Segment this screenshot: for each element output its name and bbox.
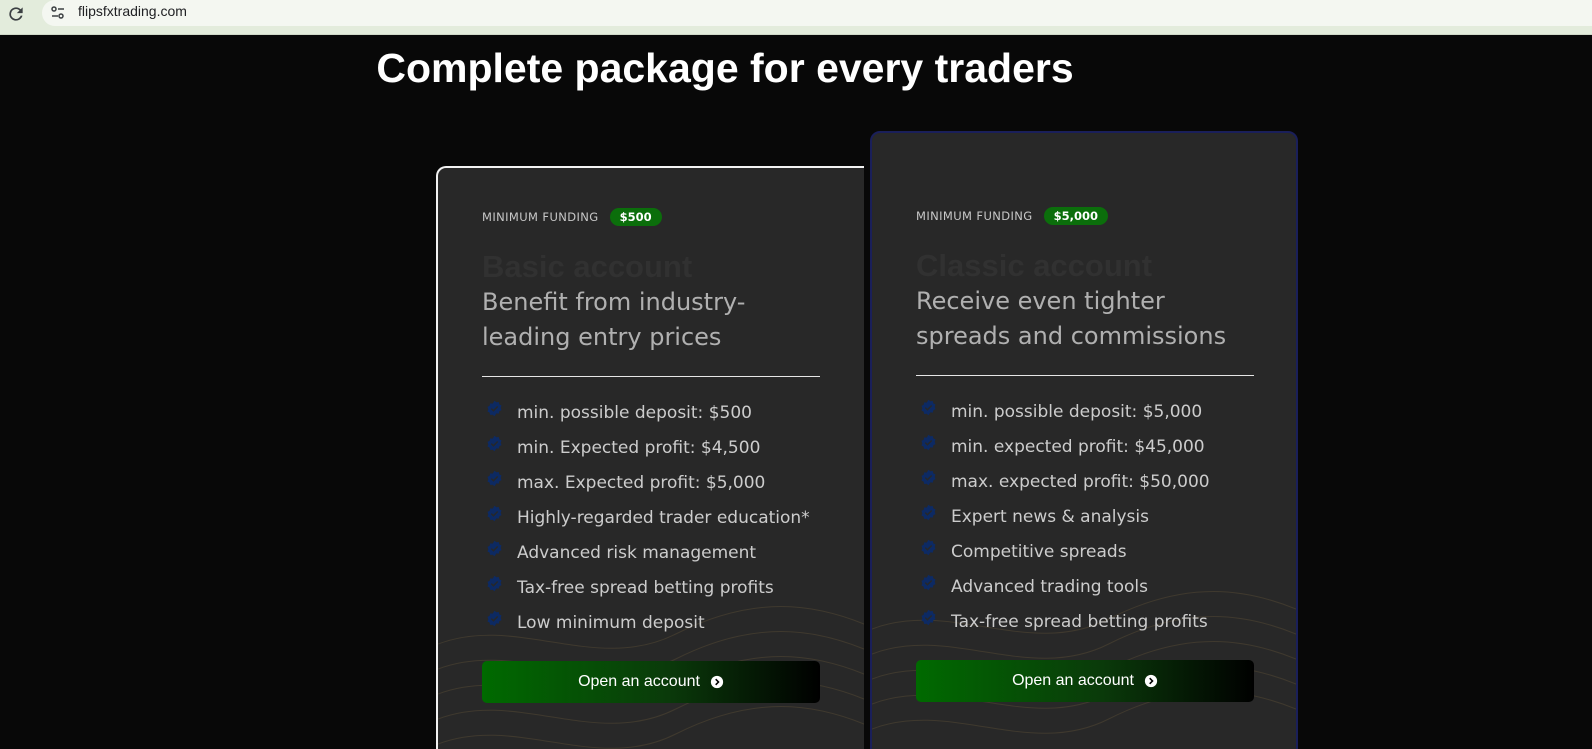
divider — [916, 375, 1254, 376]
plan-card-basic: MINIMUM FUNDING $500 Basic account Benef… — [436, 166, 864, 749]
feature-text: max. Expected profit: $5,000 — [517, 472, 766, 493]
feature-text: Low minimum deposit — [517, 612, 705, 633]
divider — [482, 376, 820, 377]
plan-card-classic: MINIMUM FUNDING $5,000 Classic account R… — [870, 131, 1298, 749]
feature-list: min. possible deposit: $500 min. Expecte… — [482, 395, 810, 640]
feature-text: Tax-free spread betting profits — [517, 577, 774, 598]
arrow-circle-icon — [710, 675, 724, 689]
funding-row: MINIMUM FUNDING $5,000 — [916, 207, 1109, 225]
feature-text: Advanced risk management — [517, 542, 757, 563]
check-icon — [487, 470, 502, 487]
section-headline: Complete package for every traders — [376, 45, 1074, 91]
check-icon — [487, 610, 502, 627]
check-icon — [487, 400, 502, 417]
check-icon — [487, 505, 502, 522]
feature-item: Tax-free spread betting profits — [916, 604, 1210, 639]
feature-item: Expert news & analysis — [916, 499, 1210, 534]
check-icon — [921, 434, 936, 451]
funding-label: MINIMUM FUNDING — [482, 210, 599, 224]
tune-icon[interactable] — [50, 5, 66, 21]
check-icon — [921, 574, 936, 591]
check-icon — [921, 609, 936, 626]
feature-item: Tax-free spread betting profits — [482, 570, 810, 605]
feature-list: min. possible deposit: $5,000 min. expec… — [916, 394, 1210, 639]
feature-text: min. possible deposit: $5,000 — [951, 401, 1203, 422]
feature-item: Competitive spreads — [916, 534, 1210, 569]
funding-row: MINIMUM FUNDING $500 — [482, 208, 662, 226]
feature-item: min. possible deposit: $5,000 — [916, 394, 1210, 429]
plan-description: Receive even tighter spreads and commiss… — [916, 287, 1227, 350]
check-icon — [487, 435, 502, 452]
reload-icon[interactable] — [6, 4, 26, 24]
feature-text: Competitive spreads — [951, 541, 1127, 562]
funding-label: MINIMUM FUNDING — [916, 209, 1033, 223]
check-icon — [921, 504, 936, 521]
feature-text: Highly-regarded trader education* — [517, 507, 810, 528]
feature-item: Highly-regarded trader education* — [482, 500, 810, 535]
open-account-button[interactable]: Open an account — [916, 660, 1254, 702]
feature-item: Advanced risk management — [482, 535, 810, 570]
feature-text: Expert news & analysis — [951, 506, 1149, 527]
feature-text: min. Expected profit: $4,500 — [517, 437, 761, 458]
feature-item: min. Expected profit: $4,500 — [482, 430, 810, 465]
url-text[interactable]: flipsfxtrading.com — [78, 3, 187, 19]
plan-name: Basic account — [482, 249, 693, 284]
open-account-label: Open an account — [1012, 672, 1134, 689]
check-icon — [921, 399, 936, 416]
feature-item: min. expected profit: $45,000 — [916, 429, 1210, 464]
arrow-circle-icon — [1144, 674, 1158, 688]
plan-name: Classic account — [916, 248, 1153, 283]
open-account-button[interactable]: Open an account — [482, 661, 820, 703]
funding-amount-badge: $500 — [609, 208, 662, 226]
pricing-section: Complete package for every traders MINIM… — [0, 35, 1592, 749]
feature-item: max. expected profit: $50,000 — [916, 464, 1210, 499]
feature-item: max. Expected profit: $5,000 — [482, 465, 810, 500]
funding-amount-badge: $5,000 — [1043, 207, 1109, 225]
check-icon — [487, 540, 502, 557]
feature-text: min. possible deposit: $500 — [517, 402, 752, 423]
plan-description: Benefit from industry-leading entry pric… — [482, 288, 746, 351]
feature-item: Low minimum deposit — [482, 605, 810, 640]
check-icon — [487, 575, 502, 592]
feature-item: Advanced trading tools — [916, 569, 1210, 604]
open-account-label: Open an account — [578, 673, 700, 690]
feature-text: Tax-free spread betting profits — [951, 611, 1208, 632]
address-bar[interactable]: flipsfxtrading.com — [42, 0, 1592, 26]
feature-text: max. expected profit: $50,000 — [951, 471, 1210, 492]
check-icon — [921, 539, 936, 556]
feature-text: min. expected profit: $45,000 — [951, 436, 1205, 457]
feature-item: min. possible deposit: $500 — [482, 395, 810, 430]
browser-toolbar: flipsfxtrading.com — [0, 0, 1592, 35]
feature-text: Advanced trading tools — [951, 576, 1148, 597]
check-icon — [921, 469, 936, 486]
